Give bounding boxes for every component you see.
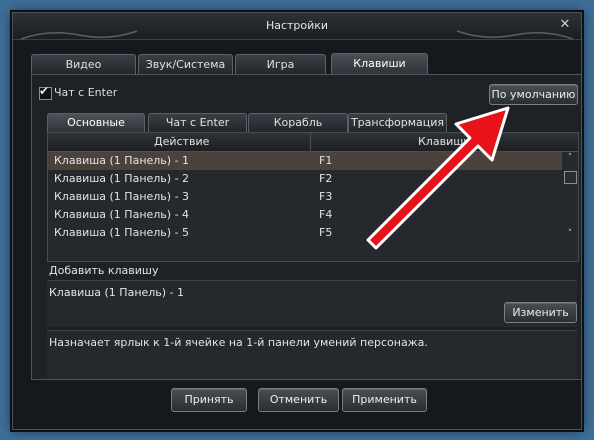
tab-sound-system[interactable]: Звук/Система [138, 54, 233, 74]
chat-enter-checkbox[interactable]: ✔ [39, 84, 52, 100]
description-box: Назначает ярлык к 1-й ячейке на 1-й пане… [47, 330, 577, 379]
change-button[interactable]: Изменить [504, 302, 577, 323]
checkmark-icon: ✔ [39, 84, 50, 98]
scroll-up-icon[interactable]: ˄ [565, 153, 575, 163]
apply-button[interactable]: Применить [342, 388, 427, 412]
close-icon[interactable]: ✕ [558, 18, 572, 32]
subtab-transformation[interactable]: Трансформация [348, 113, 447, 132]
accept-button[interactable]: Принять [171, 388, 247, 412]
scroll-thumb[interactable] [564, 171, 577, 184]
description-text: Назначает ярлык к 1-й ячейке на 1-й пане… [49, 336, 428, 349]
table-row[interactable]: Клавиша (1 Панель) - 3 F3 [48, 188, 562, 206]
chat-enter-label: Чат с Enter [54, 86, 118, 99]
current-key-value: Клавиша (1 Панель) - 1 [49, 286, 185, 299]
tab-keys[interactable]: Клавиши [331, 53, 428, 75]
row-key: F5 [319, 226, 333, 239]
cancel-button[interactable]: Отменить [258, 388, 339, 412]
subtab-chat-enter[interactable]: Чат с Enter [148, 113, 247, 132]
row-action: Клавиша (1 Панель) - 5 [54, 226, 190, 239]
keys-panel: ✔ Чат с Enter По умолчанию Основные Чат … [31, 74, 582, 380]
add-key-label: Добавить клавишу [49, 264, 159, 277]
table-header: Действие Клавиши [48, 133, 578, 152]
title-bar[interactable]: Настройки ✕ [13, 13, 581, 40]
current-key-box: Клавиша (1 Панель) - 1 [47, 280, 577, 327]
subtab-main[interactable]: Основные [47, 113, 145, 132]
column-header-keys[interactable]: Клавиши [418, 135, 470, 148]
column-divider [310, 133, 311, 151]
subtab-ship[interactable]: Корабль [248, 113, 348, 132]
default-button[interactable]: По умолчанию [489, 84, 578, 105]
row-action: Клавиша (1 Панель) - 2 [54, 172, 190, 185]
keybind-table: Действие Клавиши Клавиша (1 Панель) - 1 … [47, 132, 579, 262]
column-header-action[interactable]: Действие [154, 135, 209, 148]
table-row[interactable]: Клавиша (1 Панель) - 1 F1 [48, 152, 562, 170]
row-key: F3 [319, 190, 333, 203]
table-row[interactable]: Клавиша (1 Панель) - 4 F4 [48, 206, 562, 224]
row-action: Клавиша (1 Панель) - 3 [54, 190, 190, 203]
window-title: Настройки [265, 19, 329, 32]
row-key: F2 [319, 172, 333, 185]
table-scrollbar[interactable]: ˄ ˅ [563, 153, 577, 241]
scroll-down-icon[interactable]: ˅ [565, 229, 575, 239]
settings-window: Настройки ✕ Видео Звук/Система Игра Клав… [12, 12, 582, 430]
row-action: Клавиша (1 Панель) - 4 [54, 208, 190, 221]
tab-video[interactable]: Видео [31, 54, 136, 74]
table-row[interactable]: Клавиша (1 Панель) - 2 F2 [48, 170, 562, 188]
row-action: Клавиша (1 Панель) - 1 [54, 154, 190, 167]
row-key: F4 [319, 208, 333, 221]
tab-game[interactable]: Игра [235, 54, 326, 74]
row-key: F1 [319, 154, 333, 167]
table-row[interactable]: Клавиша (1 Панель) - 5 F5 [48, 224, 562, 242]
